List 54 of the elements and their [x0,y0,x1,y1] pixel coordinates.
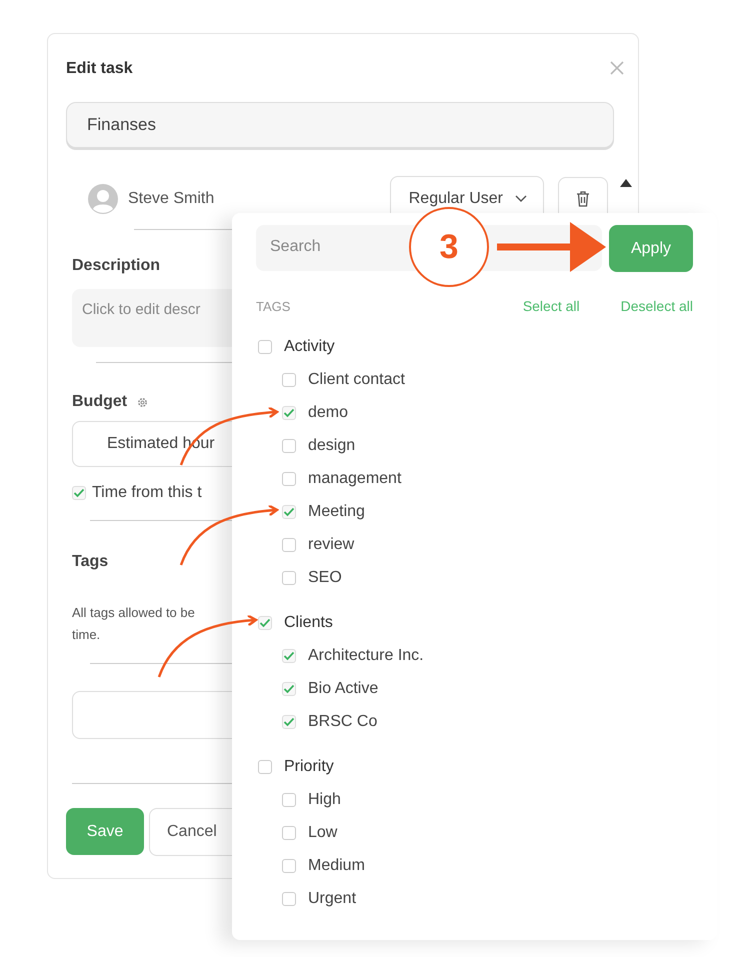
task-name-field[interactable]: Finanses [66,102,614,148]
tag-label: demo [308,404,348,422]
time-option-label: Time from this t [92,484,202,502]
tag-label: review [308,536,354,554]
checkbox[interactable] [258,616,272,630]
tag-label: BRSC Co [308,712,378,730]
tag-label: Urgent [308,890,356,908]
tags-label: Tags [72,553,108,571]
scroll-up-icon[interactable] [620,179,632,187]
tag-label: management [308,470,402,488]
chevron-down-icon [515,195,527,203]
checkbox[interactable] [282,570,296,584]
description-label: Description [72,257,160,275]
checkbox[interactable] [282,472,296,486]
checkbox[interactable] [282,682,296,696]
dialog-title: Edit task [66,60,133,78]
tags-hint: All tags allowed to be time. [72,604,195,644]
avatar-icon [88,184,118,214]
tags-heading: TAGS [256,298,292,314]
checkbox[interactable] [282,538,296,552]
apply-button[interactable]: Apply [609,225,693,272]
checkbox[interactable] [282,792,296,806]
tag-label: Architecture Inc. [308,646,424,664]
budget-label: Budget [72,393,128,411]
checkbox[interactable] [258,760,272,774]
tag-label: SEO [308,568,342,586]
tag-group-label: Activity [284,338,335,356]
deselect-all-link[interactable]: Deselect all [620,298,693,314]
checkbox[interactable] [282,892,296,906]
checkbox[interactable] [282,406,296,420]
trash-icon [576,191,590,207]
tag-label: Meeting [308,502,365,520]
tag-label: Client contact [308,370,405,388]
checkbox[interactable] [282,714,296,728]
checkbox[interactable] [282,438,296,452]
tag-label: design [308,436,356,454]
tag-group-label: Priority [284,758,334,776]
assignee-name: Steve Smith [128,190,216,208]
checkbox[interactable] [72,486,86,500]
tag-label: Low [308,824,338,842]
checkbox[interactable] [282,858,296,872]
checkbox[interactable] [282,826,296,840]
save-button[interactable]: Save [66,808,144,855]
gear-icon [137,396,148,408]
checkbox[interactable] [282,372,296,386]
tag-label: High [308,790,341,808]
checkbox[interactable] [258,340,272,354]
tag-group-label: Clients [284,614,333,632]
checkbox[interactable] [282,648,296,662]
close-icon[interactable] [610,61,624,75]
checkbox[interactable] [282,504,296,518]
tag-label: Bio Active [308,680,378,698]
tag-label: Medium [308,856,365,874]
select-all-link[interactable]: Select all [522,298,580,314]
